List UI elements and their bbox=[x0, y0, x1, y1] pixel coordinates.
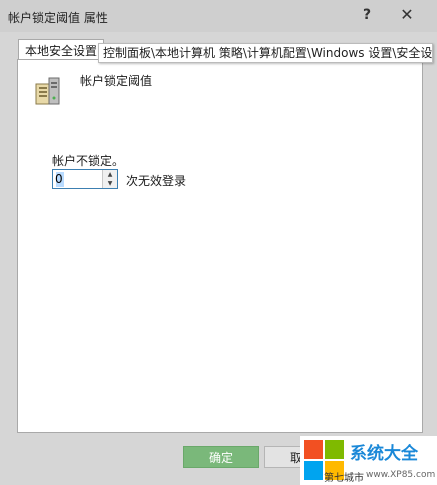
tab-local-security-setting[interactable]: 本地安全设置 bbox=[18, 39, 105, 61]
threshold-unit: 次无效登录 bbox=[126, 174, 187, 188]
title-bar: 帐户锁定阈值 属性 ? ✕ bbox=[0, 0, 437, 32]
watermark: 系统大全 第七城市 www.XP85.com bbox=[300, 436, 437, 485]
watermark-brand: 系统大全 bbox=[350, 444, 418, 464]
path-tooltip: 控制面板\本地计算机 策略\计算机配置\Windows 设置\安全设置 bbox=[98, 43, 433, 63]
properties-dialog: 帐户锁定阈值 属性 ? ✕ 本地安全设置 帐户锁定阈值 帐户不锁定。 ▲ ▼ 次… bbox=[0, 0, 437, 485]
threshold-input[interactable] bbox=[55, 171, 101, 187]
watermark-url: www.XP85.com bbox=[366, 470, 436, 480]
watermark-sub: 第七城市 bbox=[324, 473, 364, 484]
threshold-caption: 帐户不锁定。 bbox=[52, 154, 125, 168]
server-policy-icon bbox=[35, 77, 60, 105]
stepper-buttons: ▲ ▼ bbox=[102, 170, 117, 188]
help-button[interactable]: ? bbox=[355, 4, 379, 26]
ok-button[interactable]: 确定 bbox=[183, 446, 259, 468]
window-title: 帐户锁定阈值 属性 bbox=[8, 11, 108, 25]
threshold-stepper[interactable]: ▲ ▼ bbox=[52, 169, 118, 189]
close-button[interactable]: ✕ bbox=[395, 4, 419, 26]
stepper-down-button[interactable]: ▼ bbox=[103, 179, 117, 188]
tab-panel: 帐户锁定阈值 帐户不锁定。 ▲ ▼ 次无效登录 bbox=[17, 59, 423, 433]
policy-title: 帐户锁定阈值 bbox=[80, 74, 153, 88]
